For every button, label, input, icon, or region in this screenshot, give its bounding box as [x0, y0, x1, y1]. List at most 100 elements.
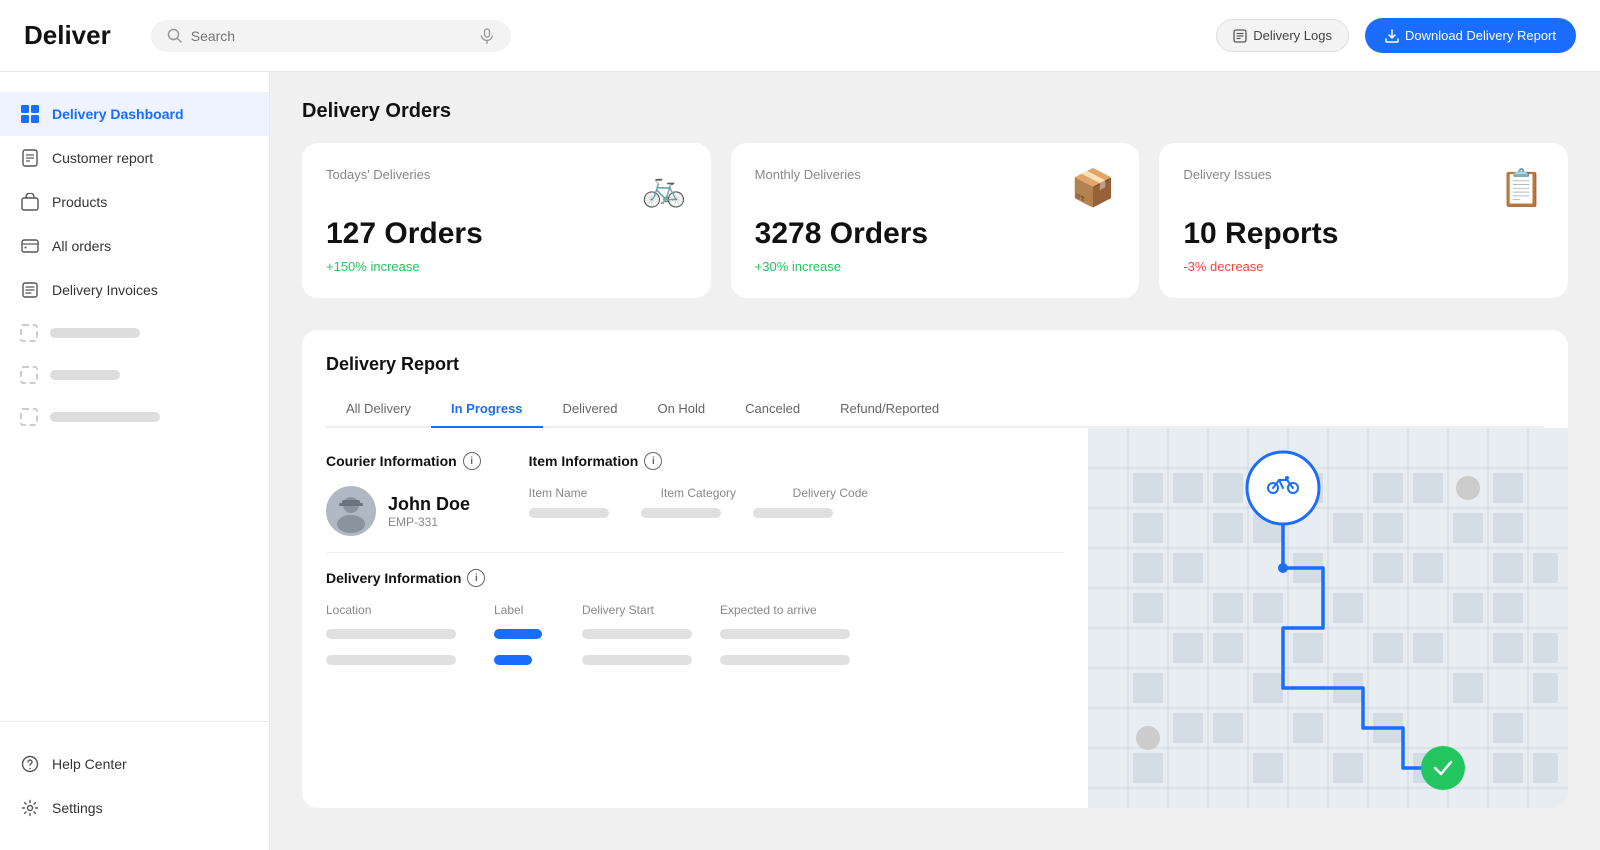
sidebar: Delivery Dashboard Customer report [0, 72, 270, 850]
stat-value: 127 Orders [326, 217, 687, 251]
stat-change: +30% increase [755, 259, 1116, 274]
tab-canceled[interactable]: Canceled [725, 391, 820, 428]
delivery-report-section: Delivery Report All Delivery In Progress… [302, 330, 1568, 808]
report-tabs: All Delivery In Progress Delivered On Ho… [326, 391, 1544, 428]
download-report-button[interactable]: Download Delivery Report [1365, 18, 1576, 53]
courier-avatar [326, 486, 376, 536]
item-cell-placeholder [529, 508, 609, 518]
main-layout: Delivery Dashboard Customer report [0, 72, 1600, 850]
sidebar-item-customer-report[interactable]: Customer report [0, 136, 269, 180]
sidebar-item-delivery-invoices[interactable]: Delivery Invoices [0, 268, 269, 312]
stat-value: 3278 Orders [755, 217, 1116, 251]
divider [326, 552, 1064, 553]
mic-icon [479, 28, 495, 44]
map-svg [1088, 428, 1568, 808]
stat-card-issues: Delivery Issues 📋 10 Reports -3% decreas… [1159, 143, 1568, 298]
report-details: Courier Information i [302, 428, 1088, 808]
delivery-col-arrive: Expected to arrive [720, 603, 880, 617]
courier-name: John Doe [388, 494, 470, 515]
map-grid [1088, 428, 1568, 808]
item-col-header-code: Delivery Code [793, 486, 893, 500]
placeholder-line [50, 412, 160, 422]
sidebar-item-help-center[interactable]: Help Center [0, 742, 269, 786]
location-placeholder [326, 629, 456, 639]
stats-grid: Todays' Deliveries 🚲 127 Orders +150% in… [302, 143, 1568, 298]
sidebar-item-label: Settings [52, 800, 103, 816]
placeholder-square [20, 366, 38, 384]
stat-card-header: Delivery Issues 📋 [1183, 167, 1544, 209]
sidebar-item-label: Customer report [52, 150, 153, 166]
sidebar-item-products[interactable]: Products [0, 180, 269, 224]
courier-info: Courier Information i [326, 452, 481, 536]
item-col-header-cat: Item Category [661, 486, 761, 500]
delivery-section-title: Delivery Information i [326, 569, 1064, 587]
tab-on-hold[interactable]: On Hold [637, 391, 725, 428]
arrive-placeholder [720, 655, 850, 665]
box-icon: 📦 [1071, 167, 1116, 209]
courier-col: John Doe EMP-331 [326, 486, 481, 536]
delivery-col-start: Delivery Start [582, 603, 712, 617]
main-content: Delivery Orders Todays' Deliveries 🚲 127… [270, 72, 1600, 850]
dashboard-icon [20, 104, 40, 124]
delivery-orders-title: Delivery Orders [302, 100, 1568, 123]
tab-refund-reported[interactable]: Refund/Reported [820, 391, 959, 428]
info-icon: i [467, 569, 485, 587]
sidebar-item-label: Help Center [52, 756, 127, 772]
download-report-label: Download Delivery Report [1405, 28, 1556, 43]
info-icon: i [463, 452, 481, 470]
courier-item-row: Courier Information i [326, 452, 1064, 536]
sidebar-placeholder-3 [0, 396, 269, 438]
courier-section-title: Courier Information i [326, 452, 481, 470]
arrive-placeholder [720, 629, 850, 639]
stat-label: Todays' Deliveries [326, 167, 430, 182]
tab-all-delivery[interactable]: All Delivery [326, 391, 431, 428]
placeholder-line [50, 328, 140, 338]
item-cell-placeholder [753, 508, 833, 518]
sidebar-item-delivery-dashboard[interactable]: Delivery Dashboard [0, 92, 269, 136]
help-icon [20, 754, 40, 774]
location-placeholder [326, 655, 456, 665]
sidebar-item-all-orders[interactable]: All orders [0, 224, 269, 268]
stat-card-header: Monthly Deliveries 📦 [755, 167, 1116, 209]
stat-card-monthly: Monthly Deliveries 📦 3278 Orders +30% in… [731, 143, 1140, 298]
bike-icon: 🚲 [642, 167, 687, 209]
report-icon: 📋 [1499, 167, 1544, 209]
sidebar-placeholder-1 [0, 312, 269, 354]
info-icon: i [644, 452, 662, 470]
placeholder-square [20, 324, 38, 342]
report-header: Delivery Report All Delivery In Progress… [302, 330, 1568, 428]
sidebar-item-label: All orders [52, 238, 111, 254]
report-title: Delivery Report [326, 354, 1544, 375]
settings-icon [20, 798, 40, 818]
report-body: Courier Information i [302, 428, 1568, 808]
courier-id: EMP-331 [388, 515, 470, 529]
delivery-col-location: Location [326, 603, 486, 617]
products-icon [20, 192, 40, 212]
item-info: Item Information i Item Name Item Catego… [529, 452, 1064, 536]
delivery-invoices-icon [20, 280, 40, 300]
sidebar-item-settings[interactable]: Settings [0, 786, 269, 830]
sidebar-item-label: Delivery Dashboard [52, 106, 184, 122]
download-icon [1385, 29, 1399, 43]
item-table-headers: Item Name Item Category Delivery Code [529, 486, 1064, 500]
tab-delivered[interactable]: Delivered [543, 391, 638, 428]
search-input[interactable] [191, 28, 471, 44]
topbar: Deliver Delivery Logs Download Delivery … [0, 0, 1600, 72]
search-bar[interactable] [151, 20, 511, 52]
courier-details: John Doe EMP-331 [388, 494, 470, 529]
tab-in-progress[interactable]: In Progress [431, 391, 543, 428]
stat-value: 10 Reports [1183, 217, 1544, 251]
start-placeholder [582, 655, 692, 665]
label-badge [494, 655, 532, 665]
item-cell-placeholder [641, 508, 721, 518]
sidebar-item-label: Products [52, 194, 107, 210]
sidebar-bottom: Help Center Settings [0, 721, 269, 830]
stat-change: -3% decrease [1183, 259, 1544, 274]
sidebar-item-label: Delivery Invoices [52, 282, 158, 298]
delivery-logs-button[interactable]: Delivery Logs [1216, 19, 1349, 52]
label-badge [494, 629, 542, 639]
item-section-title: Item Information i [529, 452, 1064, 470]
item-row-placeholder [529, 508, 1064, 518]
avatar-image [326, 486, 376, 536]
stat-card-header: Todays' Deliveries 🚲 [326, 167, 687, 209]
